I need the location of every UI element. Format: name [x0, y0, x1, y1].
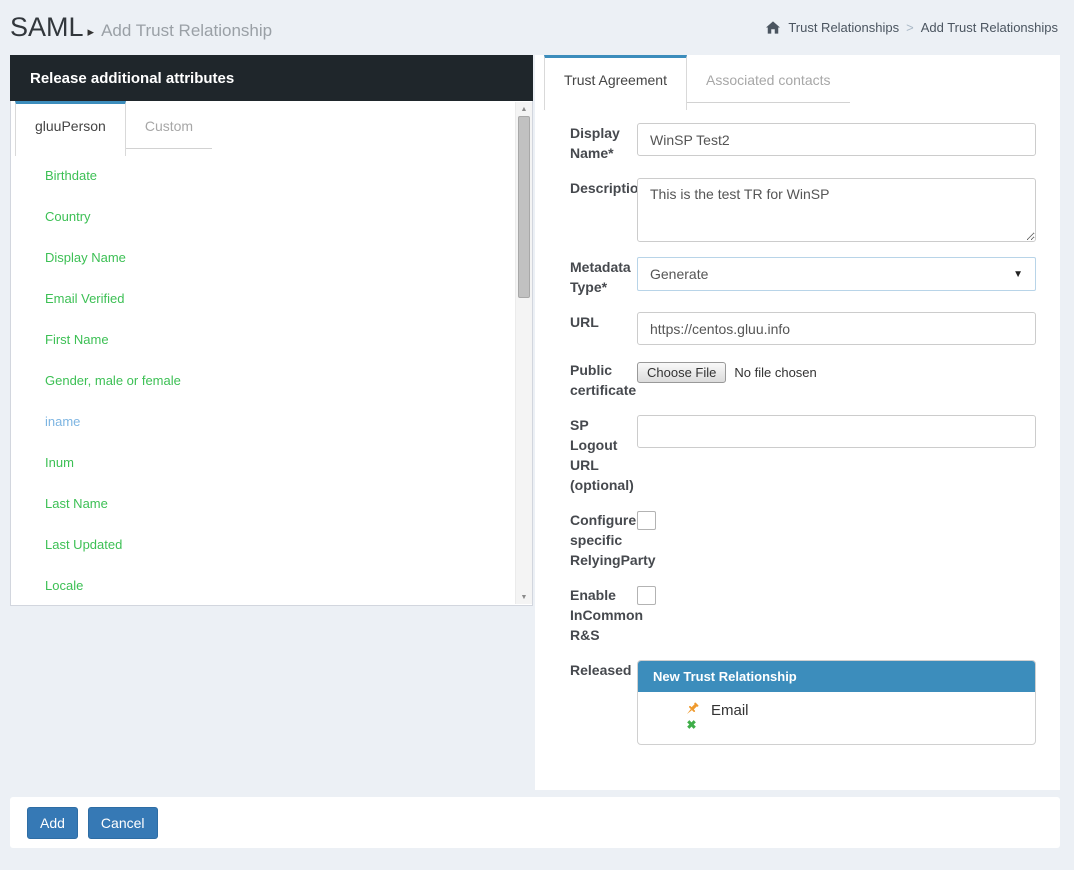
url-input[interactable]	[637, 312, 1036, 345]
cancel-button[interactable]: Cancel	[88, 807, 158, 839]
attribute-list: Birthdate Country Display Name Email Verifi…	[11, 168, 532, 598]
scrollbar-down-icon[interactable]: ▼	[516, 590, 532, 604]
trust-form: Display Name* Description This is the te…	[540, 110, 1060, 745]
attribute-link[interactable]: Display Name	[45, 250, 126, 265]
attribute-link[interactable]: First Name	[45, 332, 109, 347]
released-label: Released	[570, 660, 637, 745]
sp-logout-url-row: SP Logout URL (optional)	[570, 415, 1060, 495]
attribute-list-item: Locale	[45, 578, 532, 598]
attribute-link[interactable]: Last Name	[45, 496, 108, 511]
chevron-down-icon: ▼	[1013, 269, 1023, 280]
configure-relying-party-checkbox[interactable]	[637, 511, 656, 530]
public-certificate-label: Public certificate	[570, 360, 637, 400]
page: SAML ▸ Add Trust Relationship Trust Rela…	[0, 0, 1074, 870]
top-header: SAML ▸ Add Trust Relationship Trust Rela…	[0, 0, 1074, 55]
configure-relying-party-label: Configure specific RelyingParty	[570, 510, 637, 570]
released-panel-body: Email	[638, 692, 1035, 744]
page-title: Add Trust Relationship	[101, 21, 272, 41]
attribute-list-item: Birthdate	[45, 168, 532, 188]
attribute-list-item: Gender, male or female	[45, 373, 532, 393]
attribute-list-item: Display Name	[45, 250, 532, 270]
home-icon	[766, 21, 780, 34]
attribute-link[interactable]: Inum	[45, 455, 74, 470]
sp-logout-url-label: SP Logout URL (optional)	[570, 415, 637, 495]
released-attributes-panel: New Trust Relationship	[637, 660, 1036, 745]
attribute-list-item: First Name	[45, 332, 532, 352]
attribute-link[interactable]: Gender, male or female	[45, 373, 181, 388]
released-panel-title: New Trust Relationship	[638, 661, 1035, 692]
content-area: Release additional attributes gluuPerson…	[0, 55, 1074, 790]
tab-associated-contacts[interactable]: Associated contacts	[687, 55, 850, 103]
attribute-link[interactable]: Last Updated	[45, 537, 122, 552]
trust-tabs: Trust Agreement Associated contacts	[540, 55, 1060, 110]
description-textarea[interactable]: This is the test TR for WinSP	[637, 178, 1036, 242]
display-name-row: Display Name*	[570, 123, 1060, 163]
description-row: Description This is the test TR for WinS…	[570, 178, 1060, 242]
attribute-tabs: gluuPerson Custom	[11, 101, 532, 156]
scrollbar-up-icon[interactable]: ▲	[516, 102, 532, 116]
release-attributes-body: gluuPerson Custom Birthdate Country Displa…	[10, 101, 533, 606]
choose-file-button[interactable]: Choose File	[637, 362, 726, 383]
sp-logout-url-input[interactable]	[637, 415, 1036, 448]
url-label: URL	[570, 312, 637, 345]
breadcrumb-trust-relationships[interactable]: Trust Relationships	[788, 20, 899, 35]
attribute-list-item: iname	[45, 414, 532, 434]
public-certificate-row: Public certificate Choose File No file c…	[570, 360, 1060, 400]
attribute-link[interactable]: Email Verified	[45, 291, 124, 306]
trust-agreement-panel: Trust Agreement Associated contacts Disp…	[535, 55, 1060, 790]
remove-attribute-icon[interactable]	[685, 718, 698, 731]
app-title: SAML	[10, 12, 84, 43]
breadcrumb-separator: >	[906, 20, 914, 35]
attribute-list-item: Inum	[45, 455, 532, 475]
page-heading: SAML ▸ Add Trust Relationship	[10, 12, 272, 43]
scrollbar[interactable]: ▲ ▼	[515, 102, 532, 604]
file-chosen-status: No file chosen	[734, 365, 816, 380]
action-bar: Add Cancel	[10, 797, 1060, 848]
pushpin-icon[interactable]	[683, 701, 700, 718]
released-row: Released New Trust Relationship	[570, 660, 1060, 745]
display-name-input[interactable]	[637, 123, 1036, 156]
tab-trust-agreement[interactable]: Trust Agreement	[544, 55, 687, 110]
attribute-list-item: Last Updated	[45, 537, 532, 557]
metadata-type-label: Metadata Type*	[570, 257, 637, 297]
release-attributes-panel: Release additional attributes gluuPerson…	[10, 55, 533, 790]
metadata-type-select[interactable]: Generate ▼	[637, 257, 1036, 291]
release-attributes-title: Release additional attributes	[10, 55, 533, 101]
attribute-list-item: Country	[45, 209, 532, 229]
enable-incommon-label: Enable InCommon R&S	[570, 585, 637, 645]
attribute-list-item: Last Name	[45, 496, 532, 516]
add-button[interactable]: Add	[27, 807, 78, 839]
attribute-link[interactable]: Birthdate	[45, 168, 97, 183]
url-row: URL	[570, 312, 1060, 345]
attribute-link[interactable]: Locale	[45, 578, 83, 593]
description-label: Description	[570, 178, 637, 242]
breadcrumb-current: Add Trust Relationships	[921, 20, 1058, 35]
metadata-type-row: Metadata Type* Generate ▼	[570, 257, 1060, 297]
scrollbar-thumb[interactable]	[518, 116, 530, 298]
metadata-type-value: Generate	[650, 266, 708, 282]
configure-relying-party-row: Configure specific RelyingParty	[570, 510, 1060, 570]
attribute-list-item: Email Verified	[45, 291, 532, 311]
attribute-link[interactable]: iname	[45, 414, 80, 429]
tab-gluuperson[interactable]: gluuPerson	[15, 101, 126, 156]
heading-arrow-icon: ▸	[88, 24, 95, 40]
breadcrumb: Trust Relationships > Add Trust Relation…	[766, 20, 1058, 35]
released-attribute-item: Email	[650, 701, 1023, 731]
released-attribute-name: Email	[711, 702, 749, 719]
display-name-label: Display Name*	[570, 123, 637, 163]
tab-custom[interactable]: Custom	[126, 101, 212, 149]
enable-incommon-checkbox[interactable]	[637, 586, 656, 605]
attribute-link[interactable]: Country	[45, 209, 91, 224]
enable-incommon-row: Enable InCommon R&S	[570, 585, 1060, 645]
